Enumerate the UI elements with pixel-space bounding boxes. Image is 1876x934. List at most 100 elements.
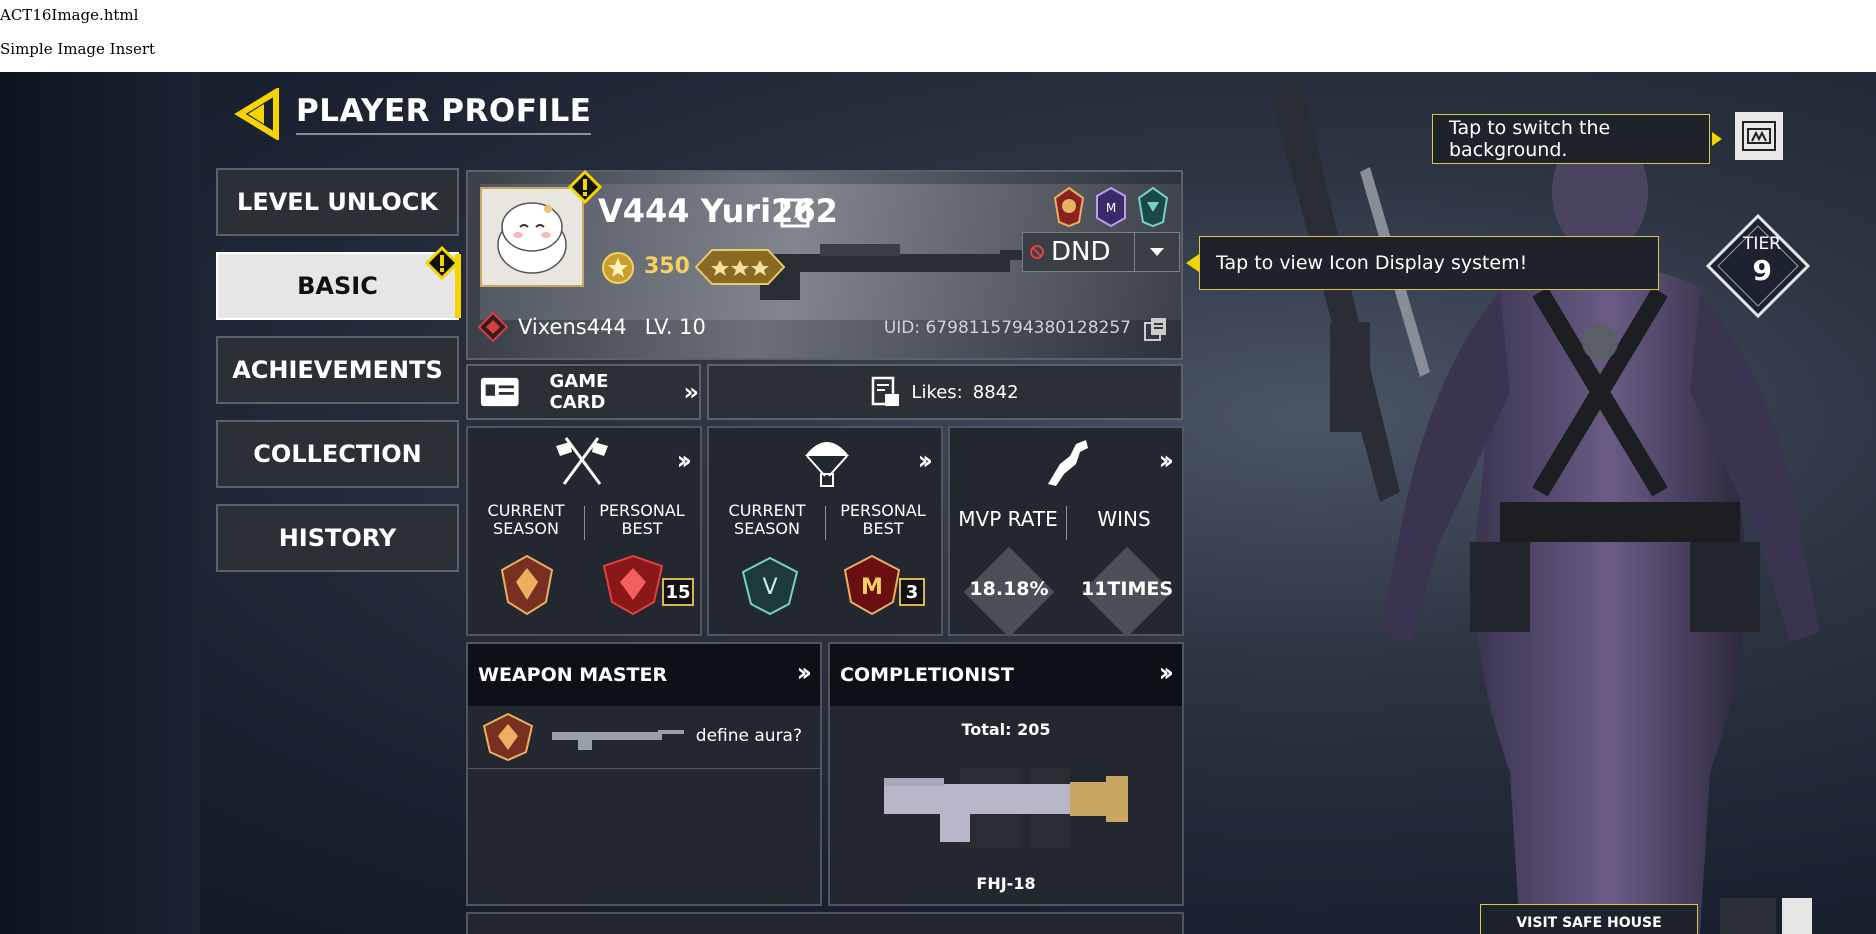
game-card-button[interactable]: GAME CARD » <box>466 364 701 420</box>
tip-arrow-icon <box>1186 254 1199 272</box>
likes-count: 8842 <box>972 381 1019 403</box>
sidebar: LEVEL UNLOCK BASIC ACHIEVEMENTS COLLECTI… <box>216 168 461 588</box>
likes-icon <box>872 376 900 406</box>
document-title: ACT16Image.html <box>0 6 139 24</box>
background-tip[interactable]: Tap to switch the background. <box>1432 114 1710 164</box>
sidebar-item-level-unlock[interactable]: LEVEL UNLOCK <box>216 168 459 236</box>
best-rank-icon <box>602 554 664 616</box>
wins-label: WINS <box>1097 507 1151 531</box>
panel-header: WEAPON MASTER ›› <box>468 644 820 706</box>
svg-text:V: V <box>762 575 777 600</box>
id-card-icon <box>480 377 519 407</box>
likes-panel[interactable]: Likes: 8842 <box>707 364 1183 420</box>
background-tip-text: Tap to switch the background. <box>1449 117 1611 161</box>
sidebar-item-label: ACHIEVEMENTS <box>232 356 443 384</box>
sidebar-item-basic[interactable]: BASIC <box>216 245 461 320</box>
chevrons-right-icon[interactable]: ›› <box>918 446 934 476</box>
switch-background-button[interactable] <box>1735 112 1783 160</box>
parachute-icon <box>805 442 849 487</box>
svg-text:M: M <box>861 575 883 600</box>
weapon-master-title: WEAPON MASTER <box>478 664 668 686</box>
warning-icon <box>424 245 460 281</box>
corner-icon[interactable] <box>1782 898 1812 934</box>
crossed-flags-icon <box>556 437 608 485</box>
sidebar-item-achievements[interactable]: ACHIEVEMENTS <box>216 336 459 404</box>
sidebar-item-label: LEVEL UNLOCK <box>237 188 438 216</box>
sidebar-item-label: BASIC <box>297 272 378 300</box>
mvp-rate-label: MVP RATE <box>958 507 1058 531</box>
player-uid: UID: 6798115794380128257 <box>883 318 1131 338</box>
weapon-rank-icon <box>482 712 534 762</box>
sidebar-item-collection[interactable]: COLLECTION <box>216 420 459 488</box>
icon-display-tip[interactable]: Tap to view Icon Display system! <box>1199 236 1659 290</box>
gallery-icon <box>1742 121 1776 151</box>
back-button[interactable] <box>232 86 284 142</box>
safe-house-button[interactable]: VISIT SAFE HOUSE <box>1480 904 1698 934</box>
bottom-panel <box>466 912 1184 934</box>
icon-display-badges[interactable]: M <box>1053 186 1169 228</box>
back-arrow-icon <box>234 86 279 142</box>
panel-header: ›› <box>950 428 1182 494</box>
sidebar-item-label: COLLECTION <box>253 440 422 468</box>
coin-icon <box>602 252 634 284</box>
rank-badge-icon <box>1053 186 1085 228</box>
completionist-panel[interactable]: COMPLETIONIST ›› Total: 205 FHJ-18 <box>828 642 1184 906</box>
tier-value: 9 <box>1752 254 1772 287</box>
completionist-total: Total: 205 <box>961 720 1051 739</box>
chevrons-right-icon[interactable]: ›› <box>797 658 813 688</box>
fan-icon[interactable] <box>1720 898 1776 934</box>
warning-icon <box>567 169 603 205</box>
chevrons-right-icon[interactable]: ›› <box>1159 446 1175 476</box>
personal-best-label: PERSONAL BEST <box>599 501 685 538</box>
chevron-down-icon[interactable] <box>1134 233 1179 271</box>
completionist-weapon: FHJ-18 <box>976 874 1036 893</box>
prestige-stars-icon <box>694 249 786 285</box>
character-art <box>1270 77 1820 934</box>
current-season-label: CURRENT SEASON <box>487 501 565 538</box>
sidebar-item-label: HISTORY <box>278 524 397 552</box>
likes-label: Likes: <box>911 381 963 403</box>
mvp-panel[interactable]: ›› MVP RATE WINS 18.18% 11TIMES <box>948 426 1184 638</box>
avatar-icon <box>497 202 567 274</box>
profile-header: PLAYER PROFILE <box>232 84 592 144</box>
current-season-label: CURRENT SEASON <box>728 501 806 538</box>
status-select[interactable]: DND <box>1022 232 1180 272</box>
tier-label: TIER <box>1743 234 1781 254</box>
clan-emblem-icon <box>478 312 508 342</box>
emblem-badge-icon <box>1137 186 1169 228</box>
ranked-br-panel[interactable]: ›› CURRENT SEASON PERSONAL BEST V M 3 <box>707 426 943 636</box>
mvp-rate-value: 18.18% <box>969 578 1049 600</box>
panel-header: ›› <box>468 428 700 494</box>
weapon-master-caption: define aura? <box>695 726 802 746</box>
weapon-master-panel[interactable]: WEAPON MASTER ›› define aura? <box>466 642 822 906</box>
chevrons-right-icon[interactable]: ›› <box>677 446 693 476</box>
best-rank-count: 15 <box>662 578 694 606</box>
best-rank-count: 3 <box>899 578 925 606</box>
personal-best-label: PERSONAL BEST <box>840 501 926 538</box>
panel-header: ›› <box>709 428 941 494</box>
completionist-title: COMPLETIONIST <box>840 664 1014 686</box>
svg-text:M: M <box>1106 201 1116 215</box>
edit-name-icon[interactable] <box>780 194 816 230</box>
season-badge-icon: M <box>1096 186 1126 228</box>
game-screenshot: PLAYER PROFILE Tap to switch the backgro… <box>0 72 1876 934</box>
game-card-label: GAME CARD <box>549 371 609 413</box>
copy-icon[interactable] <box>1143 316 1169 342</box>
weapon-icon <box>552 730 684 750</box>
current-rank-icon: V <box>741 556 799 616</box>
profile-card: V444 Yuri262 350 M DND Vixens444 LV. 10 … <box>466 169 1183 360</box>
tip-arrow-icon <box>1712 132 1722 146</box>
weapon-master-row[interactable]: define aura? <box>468 706 820 769</box>
arm-trophy-icon <box>1048 440 1088 486</box>
document-subtitle: Simple Image Insert <box>0 40 156 58</box>
chevrons-right-icon[interactable]: ›› <box>1159 658 1175 688</box>
best-rank-icon: M <box>843 554 901 616</box>
ranked-mp-panel[interactable]: ›› CURRENT SEASON PERSONAL BEST 15 <box>466 426 702 636</box>
sidebar-item-history[interactable]: HISTORY <box>216 504 459 572</box>
status-value: DND <box>1051 237 1111 267</box>
player-level: LV. 10 <box>644 315 706 339</box>
clan-name: Vixens444 <box>518 315 627 339</box>
safe-house-label: VISIT SAFE HOUSE <box>1516 915 1662 931</box>
current-rank-icon <box>500 554 554 616</box>
no-entry-icon <box>1030 245 1044 259</box>
